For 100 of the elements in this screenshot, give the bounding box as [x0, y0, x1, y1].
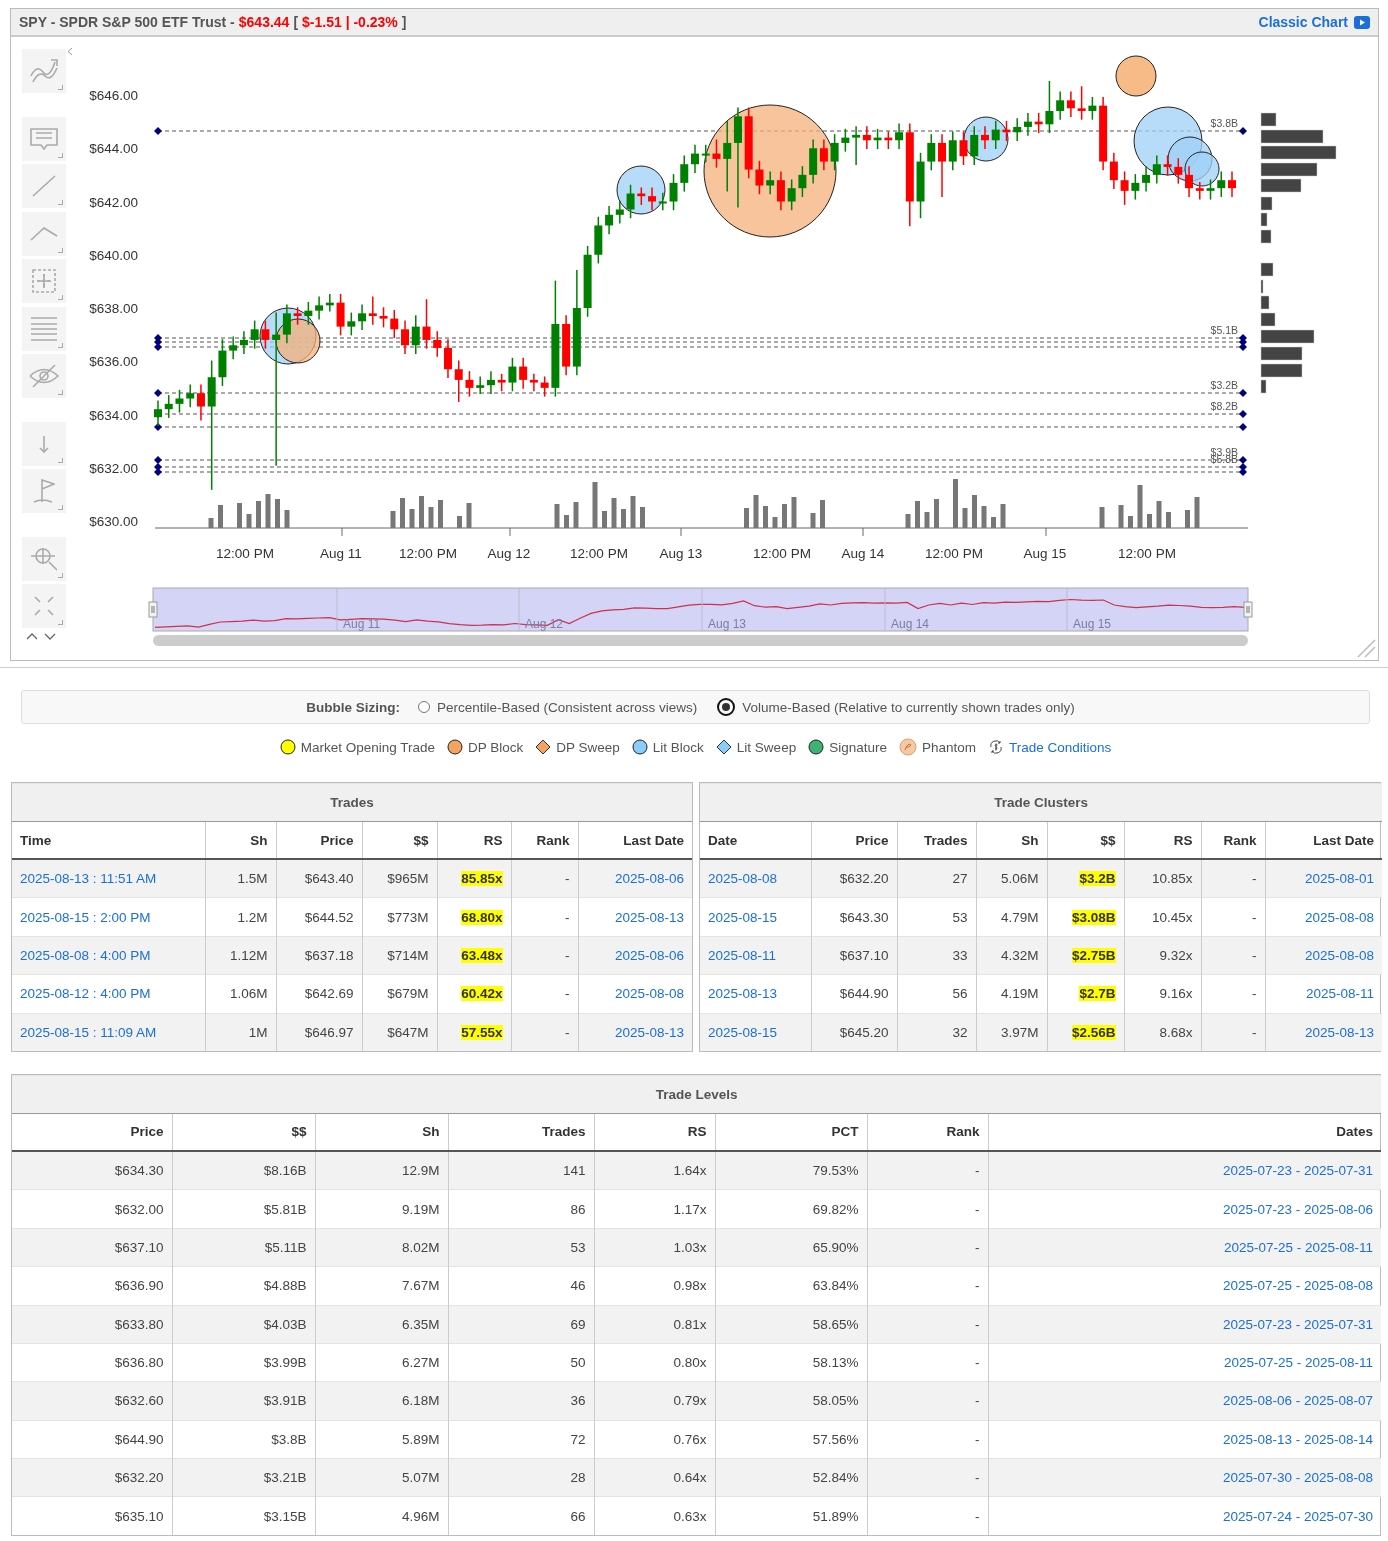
candlestick — [830, 134, 839, 171]
title-text: [ — [293, 14, 299, 30]
column-header[interactable]: PCT — [715, 1113, 867, 1151]
column-header[interactable]: Trades — [448, 1113, 594, 1151]
date-link[interactable]: 2025-08-15 : 2:00 PM — [20, 909, 151, 925]
candlestick — [798, 166, 807, 197]
classic-chart-link[interactable]: Classic Chart — [1258, 14, 1370, 30]
date-link[interactable]: 2025-07-24 - 2025-07-30 — [1222, 1508, 1374, 1524]
candlestick — [927, 134, 936, 171]
scroll-button[interactable] — [26, 631, 38, 641]
candlestick — [261, 320, 270, 349]
tool-button[interactable] — [22, 259, 66, 303]
date-link[interactable]: 2025-08-12 : 4:00 PM — [20, 986, 151, 1002]
candlestick — [959, 131, 968, 165]
date-link[interactable]: 2025-07-25 - 2025-08-11 — [1223, 1239, 1374, 1255]
candlestick — [315, 296, 324, 320]
tool-button[interactable] — [22, 211, 66, 256]
navigator-handle[interactable] — [1243, 601, 1253, 618]
candlestick — [980, 126, 989, 149]
tool-button[interactable] — [22, 164, 66, 208]
column-header[interactable]: $$ — [172, 1113, 315, 1151]
column-header[interactable]: Sh — [315, 1113, 448, 1151]
legend-label: Market Opening Trade — [300, 739, 435, 755]
collapse-button[interactable] — [67, 47, 73, 56]
legend-label: DP Block — [468, 739, 524, 755]
candlestick — [1088, 96, 1097, 120]
tool-button[interactable] — [22, 536, 66, 581]
tool-button[interactable] — [22, 49, 66, 93]
table-cell: 3.97M — [976, 1013, 1047, 1051]
date-link[interactable]: 2025-08-08 — [1305, 909, 1375, 925]
radio-label[interactable]: Percentile-Based (Consistent across views) — [437, 699, 698, 715]
candlestick — [175, 389, 184, 413]
tool-button[interactable] — [22, 116, 66, 161]
table-cell: $965M — [362, 859, 437, 898]
trade-bubble[interactable] — [1115, 55, 1157, 97]
candlestick — [1206, 179, 1215, 200]
trade-bubble[interactable] — [275, 318, 321, 364]
navigator[interactable] — [152, 587, 1249, 632]
axis-label: Aug 11 — [320, 546, 362, 561]
scrollbar[interactable] — [152, 635, 1248, 646]
candlestick — [1195, 182, 1204, 200]
table-cell: $637.18 — [276, 936, 362, 975]
fullscreen-icon — [34, 596, 54, 616]
column-header[interactable]: Price — [12, 1113, 172, 1151]
navigator-label: Aug 13 — [707, 617, 746, 631]
date-link[interactable]: 2025-07-30 - 2025-08-08 — [1222, 1470, 1374, 1486]
column-header[interactable]: RS — [594, 1113, 715, 1151]
date-link[interactable]: 2025-08-13 — [708, 986, 778, 1002]
title-text: SPY - SPDR S&P 500 ETF Trust - — [19, 14, 235, 30]
scroll-button[interactable] — [44, 631, 56, 641]
table-cell: $637.10 — [811, 936, 897, 975]
candlestick — [229, 336, 238, 360]
table-cell: $3.15B — [172, 1496, 315, 1535]
date-link[interactable]: 2025-07-23 - 2025-07-31 — [1222, 1316, 1374, 1332]
candlestick — [486, 371, 495, 394]
date-link[interactable]: 2025-07-25 - 2025-08-11 — [1223, 1355, 1374, 1371]
date-link[interactable]: 2025-07-23 - 2025-08-06 — [1222, 1201, 1374, 1217]
table-cell: 53 — [448, 1228, 594, 1267]
date-link[interactable]: 2025-08-13 - 2025-08-14 — [1222, 1431, 1374, 1447]
table-cell: 1.03x — [594, 1228, 715, 1267]
date-link[interactable]: 2025-08-11 — [1306, 986, 1375, 1002]
date-link[interactable]: 2025-08-13 — [614, 909, 685, 925]
trend-lines-icon — [30, 59, 58, 83]
radio-button[interactable] — [717, 698, 736, 716]
tool-button[interactable] — [22, 421, 66, 466]
tool-button[interactable] — [22, 306, 66, 351]
level-label: $3.2B — [1210, 379, 1238, 391]
resize-grip-icon[interactable] — [1356, 638, 1376, 658]
candlestick — [991, 120, 1000, 149]
date-link[interactable]: 2025-08-06 - 2025-08-07 — [1222, 1393, 1374, 1409]
candlestick — [379, 307, 388, 328]
candlestick — [852, 126, 861, 165]
column-header[interactable]: Dates — [988, 1113, 1382, 1151]
column-header[interactable]: Rank — [867, 1113, 988, 1151]
radio-label[interactable]: Volume-Based (Relative to currently shown trades only) — [742, 699, 1075, 715]
candlestick — [680, 155, 689, 192]
table-cell: 28 — [448, 1458, 594, 1497]
date-link[interactable]: 2025-07-23 - 2025-07-31 — [1222, 1163, 1374, 1179]
candlestick — [540, 376, 549, 397]
radio-button[interactable] — [418, 701, 430, 713]
table-cell: $3.91B — [172, 1381, 315, 1421]
trade-bubble[interactable] — [1184, 151, 1220, 187]
candlestick — [250, 320, 259, 349]
candlestick — [948, 131, 957, 171]
table-cell: 51.89% — [715, 1496, 867, 1535]
table-cell: 66 — [448, 1496, 594, 1535]
table-cell: 65.90% — [715, 1228, 867, 1267]
text-annotation-icon — [30, 127, 58, 150]
table-cell: 33 — [897, 936, 976, 975]
table-cell: 0.64x — [594, 1458, 715, 1497]
date-link[interactable]: 2025-08-15 — [708, 909, 778, 925]
trade-conditions-link[interactable]: Trade Conditions — [1009, 739, 1112, 755]
tool-button[interactable] — [22, 469, 66, 513]
date-link[interactable]: 2025-07-25 - 2025-08-08 — [1222, 1278, 1374, 1294]
candlestick — [1045, 80, 1054, 134]
tool-button[interactable] — [22, 354, 66, 398]
candlestick — [282, 304, 291, 344]
navigator-handle[interactable] — [148, 601, 158, 618]
table-cell: $637.10 — [12, 1228, 172, 1267]
date-link[interactable]: 2025-08-08 — [614, 986, 685, 1002]
